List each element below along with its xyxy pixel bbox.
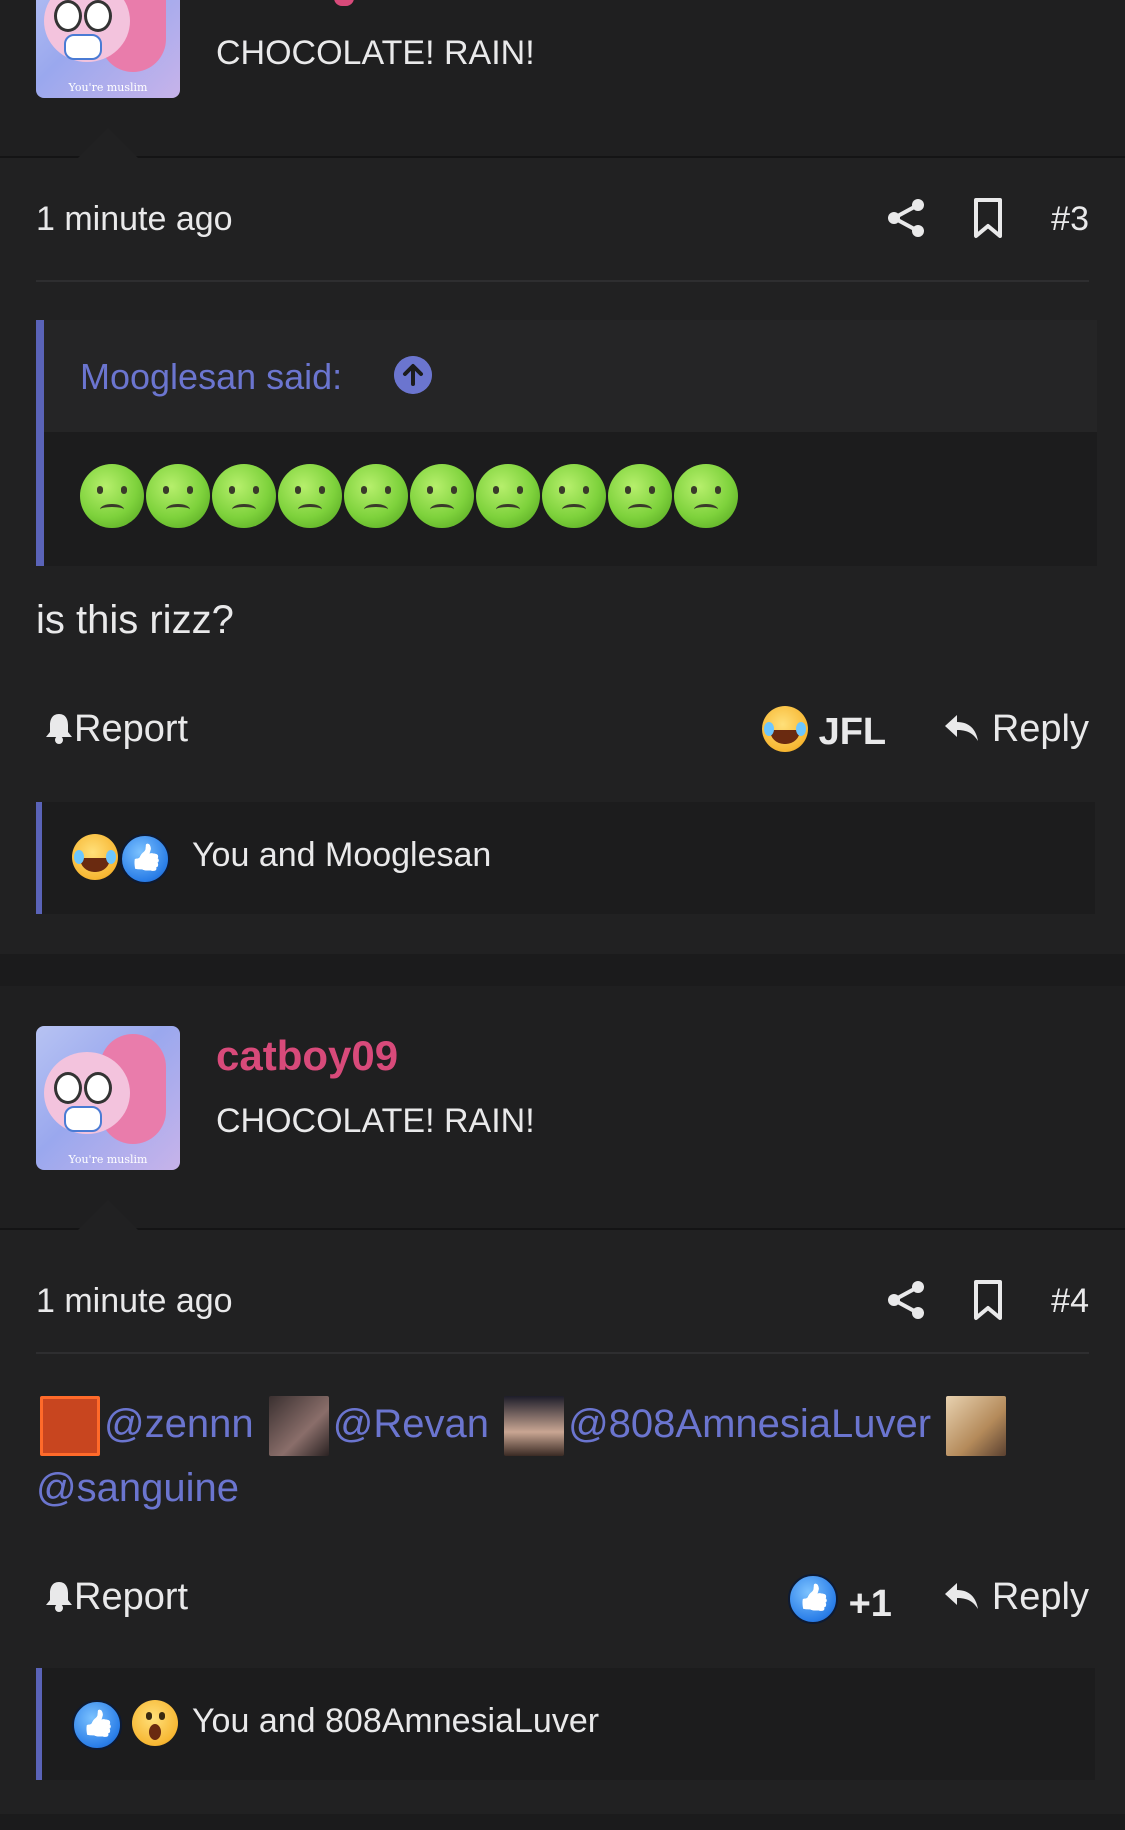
post-time[interactable]: 1 minute ago [36, 1282, 233, 1321]
author-title: CHOCOLATE! RAIN! [216, 34, 535, 72]
quote-header[interactable]: Mooglesan said: [44, 320, 1097, 432]
nauseous-face-icon [674, 464, 738, 528]
post-body: is this rizz? [36, 598, 234, 642]
post-3-author-block: You're muslim CHOCOLATE! RAIN! [0, 0, 1125, 156]
mention-link[interactable]: @zennn [104, 1402, 254, 1446]
post-body-mentions: @zennn @Revan @808AmnesiaLuver @sanguine [36, 1392, 1096, 1520]
author-title: CHOCOLATE! RAIN! [216, 1102, 535, 1140]
nauseous-face-icon [212, 464, 276, 528]
mention-link[interactable]: @sanguine [36, 1466, 239, 1510]
user-avatar[interactable] [268, 1396, 329, 1457]
thumbs-up-icon [788, 1574, 838, 1624]
reply-button[interactable]: Reply [943, 1576, 1089, 1619]
author-name[interactable]: catboy09 [216, 1032, 398, 1080]
nauseous-face-icon [146, 464, 210, 528]
share-icon[interactable] [884, 1278, 928, 1322]
mention-link[interactable]: @808AmnesiaLuver [568, 1402, 931, 1446]
laughing-crying-face-icon [72, 834, 118, 880]
post-meta: 1 minute ago #3 [36, 190, 1089, 250]
mention-link[interactable]: @Revan [333, 1402, 489, 1446]
post-pointer [78, 128, 138, 158]
reply-arrow-icon [945, 1583, 979, 1609]
reaction-label: JFL [818, 711, 887, 753]
reaction-button[interactable]: JFL [762, 706, 886, 754]
bell-icon [46, 714, 72, 744]
avatar-caption: You're muslim [68, 81, 148, 94]
arrow-up-icon[interactable] [394, 356, 432, 394]
nauseous-face-icon [410, 464, 474, 528]
avatar[interactable]: You're muslim [36, 1026, 180, 1170]
share-icon[interactable] [884, 196, 928, 240]
thumbs-up-icon [120, 834, 170, 884]
nauseous-face-icon [278, 464, 342, 528]
reply-label: Reply [991, 1576, 1089, 1618]
avatar-caption: You're muslim [68, 1153, 148, 1166]
report-button[interactable]: Report [44, 1576, 188, 1619]
reactions-summary-bar[interactable]: You and 808AmnesiaLuver [36, 1668, 1095, 1780]
reply-button[interactable]: Reply [943, 708, 1089, 751]
thumbs-up-icon [72, 1700, 122, 1750]
nauseous-face-icon [344, 464, 408, 528]
report-label: Report [74, 708, 189, 750]
bookmark-icon[interactable] [968, 196, 1008, 240]
reactions-summary-bar[interactable]: You and Mooglesan [36, 802, 1095, 914]
quote-author[interactable]: Mooglesan said: [80, 356, 342, 398]
post-actions: Report JFL Reply [36, 702, 1089, 762]
post-4-author-block: You're muslim catboy09 CHOCOLATE! RAIN! [0, 986, 1125, 1230]
user-avatar[interactable] [504, 1396, 565, 1457]
user-avatar[interactable] [40, 1396, 100, 1457]
post-pointer [78, 1200, 138, 1230]
reply-label: Reply [991, 708, 1089, 750]
bell-icon [46, 1582, 72, 1612]
nauseous-face-icon [542, 464, 606, 528]
nauseous-face-icon [476, 464, 540, 528]
post-4: 1 minute ago #4 @zennn @Revan @808Amnesi… [0, 1230, 1125, 1830]
quote-emoji-row [80, 464, 740, 534]
astonished-face-icon [132, 1700, 178, 1746]
bookmark-icon[interactable] [968, 1278, 1008, 1322]
post-number[interactable]: #4 [1051, 1282, 1089, 1321]
post-actions: Report +1 Reply [36, 1570, 1089, 1630]
post-3: 1 minute ago #3 Mooglesan said: is this … [0, 158, 1125, 954]
reply-arrow-icon [945, 715, 979, 741]
report-label: Report [74, 1576, 189, 1618]
reaction-button[interactable]: +1 [788, 1574, 892, 1626]
user-avatar[interactable] [946, 1396, 1007, 1457]
quote-block: Mooglesan said: [36, 320, 1097, 566]
nauseous-face-icon [608, 464, 672, 528]
post-meta: 1 minute ago #4 [36, 1272, 1089, 1332]
laughing-crying-face-icon [762, 706, 808, 752]
reactions-summary-text: You and 808AmnesiaLuver [192, 1702, 600, 1740]
author-name-fragment [334, 0, 354, 6]
reactions-summary-text: You and Mooglesan [192, 836, 492, 874]
post-time[interactable]: 1 minute ago [36, 200, 233, 239]
reaction-label: +1 [848, 1583, 892, 1625]
report-button[interactable]: Report [44, 708, 188, 751]
post-number[interactable]: #3 [1051, 200, 1089, 239]
nauseous-face-icon [80, 464, 144, 528]
avatar[interactable]: You're muslim [36, 0, 180, 98]
